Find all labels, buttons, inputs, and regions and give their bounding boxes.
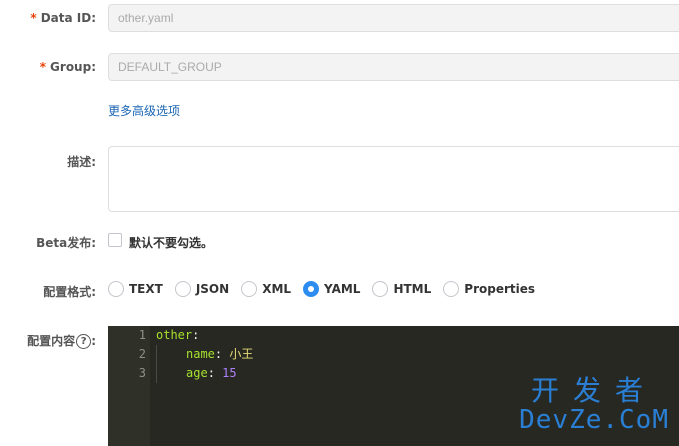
beta-row: Beta发布: 默认不要勾选。 — [0, 233, 679, 251]
beta-checkbox[interactable] — [108, 233, 122, 247]
format-option-html[interactable]: HTML — [372, 281, 431, 297]
line-number: 1 — [138, 328, 146, 342]
data-id-label: * Data ID: — [30, 11, 96, 25]
format-option-xml[interactable]: XML — [241, 281, 291, 297]
description-textarea[interactable] — [108, 146, 679, 212]
group-input[interactable]: DEFAULT_GROUP — [108, 53, 679, 81]
radio-circle-icon[interactable] — [241, 281, 258, 297]
yaml-value: 15 — [222, 366, 237, 380]
data-id-row: * Data ID: other.yaml — [0, 4, 679, 32]
yaml-separator: : — [214, 347, 230, 361]
yaml-key: age — [186, 366, 208, 380]
yaml-separator: : — [192, 328, 200, 342]
radio-circle-icon[interactable] — [108, 281, 124, 297]
format-radio-group: TEXT JSON XML YAML HTML Properties — [108, 281, 547, 297]
beta-label: Beta发布: — [36, 236, 96, 250]
radio-checked-icon[interactable] — [303, 281, 320, 297]
radio-circle-icon[interactable] — [372, 281, 389, 297]
yaml-key: name — [186, 347, 215, 361]
format-option-properties[interactable]: Properties — [443, 281, 535, 297]
code-line: 1 other: — [108, 326, 679, 345]
format-option-json[interactable]: JSON — [174, 281, 229, 297]
format-label: 配置格式: — [43, 285, 96, 299]
content-label: 配置内容?: — [27, 334, 96, 349]
format-option-text[interactable]: TEXT — [108, 281, 163, 297]
beta-checkbox-label: 默认不要勾选。 — [129, 236, 214, 250]
yaml-key: other — [156, 328, 193, 342]
format-option-yaml[interactable]: YAML — [303, 281, 360, 297]
yaml-separator: : — [207, 366, 223, 380]
required-mark: * — [39, 60, 47, 74]
data-id-input[interactable]: other.yaml — [108, 4, 679, 32]
group-row: * Group: DEFAULT_GROUP — [0, 53, 679, 81]
line-number: 2 — [138, 347, 146, 361]
code-line: 2 name: 小王 — [108, 345, 679, 364]
description-row: 描述: — [0, 146, 679, 212]
question-circle-icon[interactable]: ? — [76, 334, 92, 349]
watermark-cn: 开发者 — [531, 374, 658, 407]
advanced-options-link[interactable]: 更多高级选项 — [108, 102, 180, 119]
line-number: 3 — [138, 366, 146, 380]
watermark-en: DevZe.CoM — [519, 405, 669, 435]
required-mark: * — [30, 11, 37, 25]
radio-circle-icon[interactable] — [443, 281, 460, 297]
description-label: 描述: — [67, 155, 96, 169]
radio-circle-icon[interactable] — [174, 281, 191, 297]
yaml-value: 小王 — [229, 347, 254, 361]
group-label: * Group: — [39, 60, 96, 74]
format-row: 配置格式: TEXT JSON XML YAML HTML Properties — [0, 281, 679, 299]
watermark-logo: 开发者 DevZe.CoM — [519, 374, 669, 435]
